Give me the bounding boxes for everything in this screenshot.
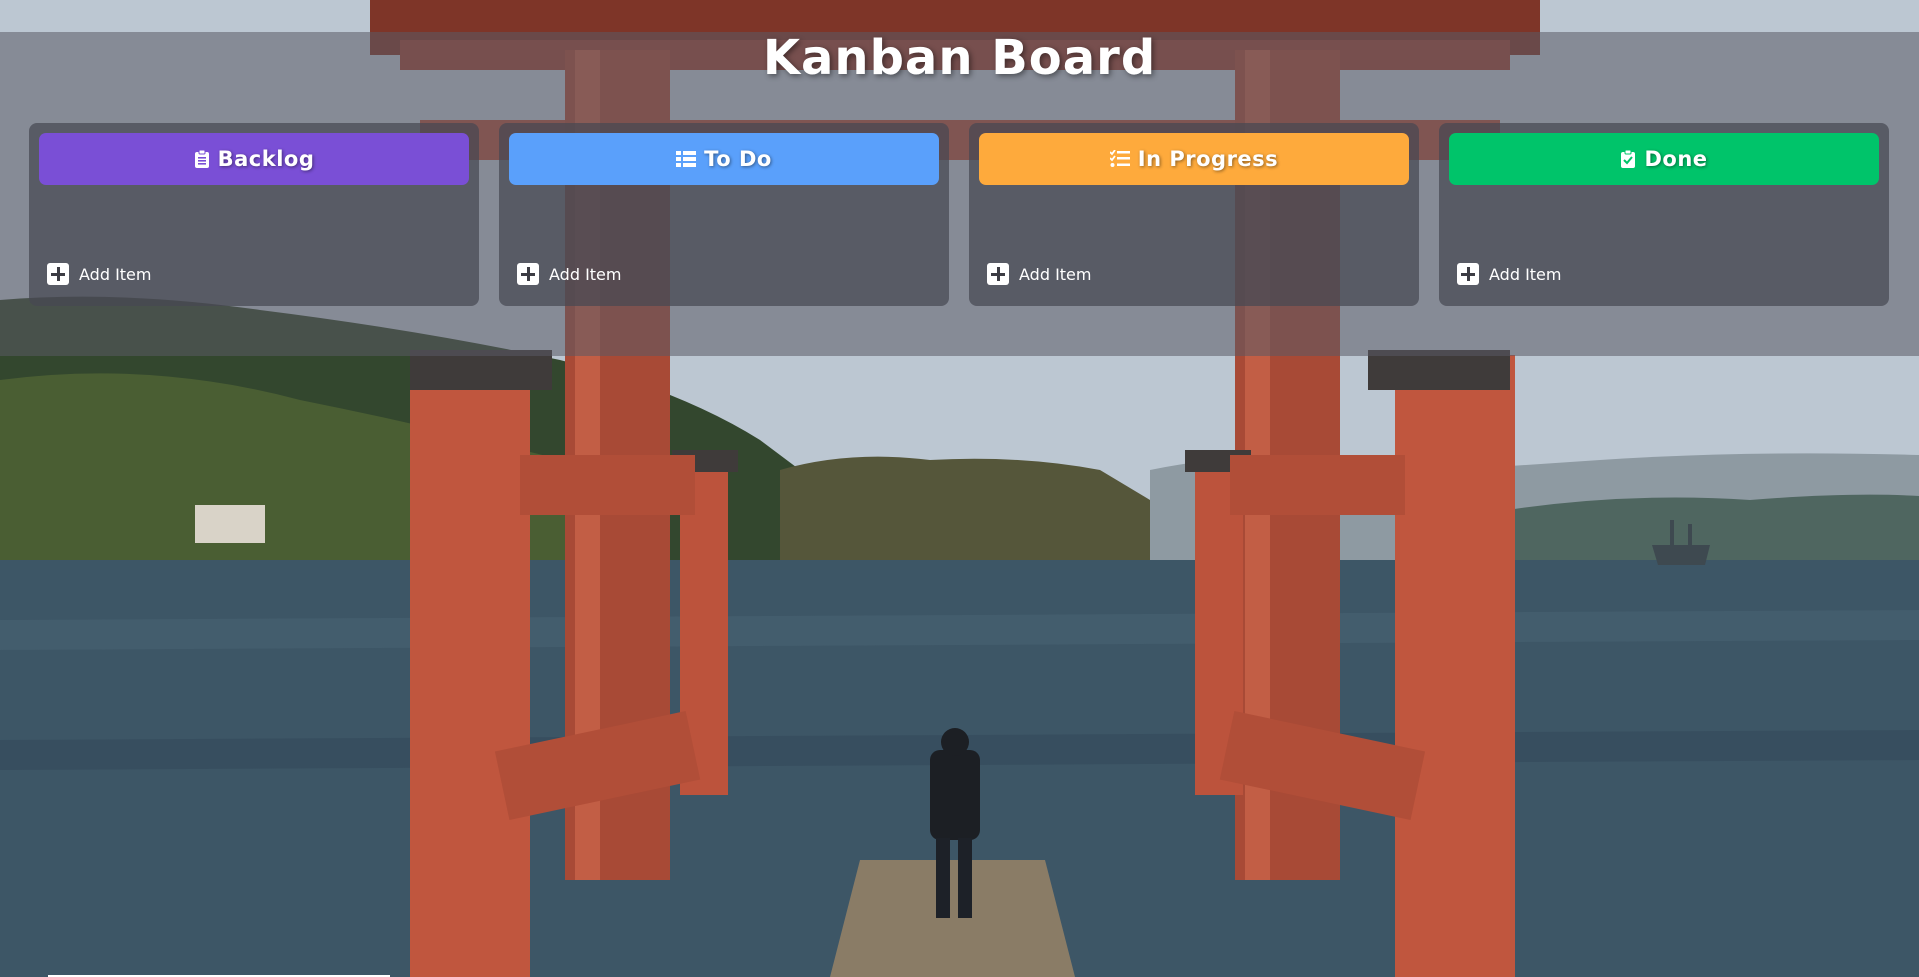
- plus-square-icon: [1457, 263, 1479, 285]
- plus-square-icon: [987, 263, 1009, 285]
- column-label: Backlog: [217, 147, 315, 171]
- kanban-columns: Backlog Add Item To Do Add Item In Progr…: [29, 123, 1889, 306]
- background-scene: Kanban Board Backlog Add Item To Do Add …: [0, 0, 1919, 977]
- column-in-progress: In Progress Add Item: [969, 123, 1419, 306]
- plus-square-icon: [517, 263, 539, 285]
- add-item-button-backlog[interactable]: Add Item: [47, 263, 151, 285]
- column-todo: To Do Add Item: [499, 123, 949, 306]
- column-label: In Progress: [1137, 147, 1279, 171]
- column-backlog: Backlog Add Item: [29, 123, 479, 306]
- add-item-label: Add Item: [79, 264, 152, 284]
- add-item-button-done[interactable]: Add Item: [1457, 263, 1561, 285]
- add-item-label: Add Item: [1489, 264, 1562, 284]
- add-item-button-todo[interactable]: Add Item: [517, 263, 621, 285]
- column-label: Done: [1644, 147, 1708, 171]
- clipboard-icon: [194, 149, 210, 169]
- column-label: To Do: [704, 147, 772, 171]
- add-item-label: Add Item: [549, 264, 622, 284]
- page-title: Kanban Board: [762, 30, 1157, 86]
- tasks-icon: [1109, 150, 1130, 168]
- plus-square-icon: [47, 263, 69, 285]
- column-header-in-progress[interactable]: In Progress: [979, 133, 1409, 185]
- column-done: Done Add Item: [1439, 123, 1889, 306]
- column-header-backlog[interactable]: Backlog: [39, 133, 469, 185]
- column-header-todo[interactable]: To Do: [509, 133, 939, 185]
- column-header-done[interactable]: Done: [1449, 133, 1879, 185]
- list-icon: [676, 150, 697, 168]
- add-item-label: Add Item: [1019, 264, 1092, 284]
- clipboard-check-icon: [1620, 149, 1636, 169]
- add-item-button-in-progress[interactable]: Add Item: [987, 263, 1091, 285]
